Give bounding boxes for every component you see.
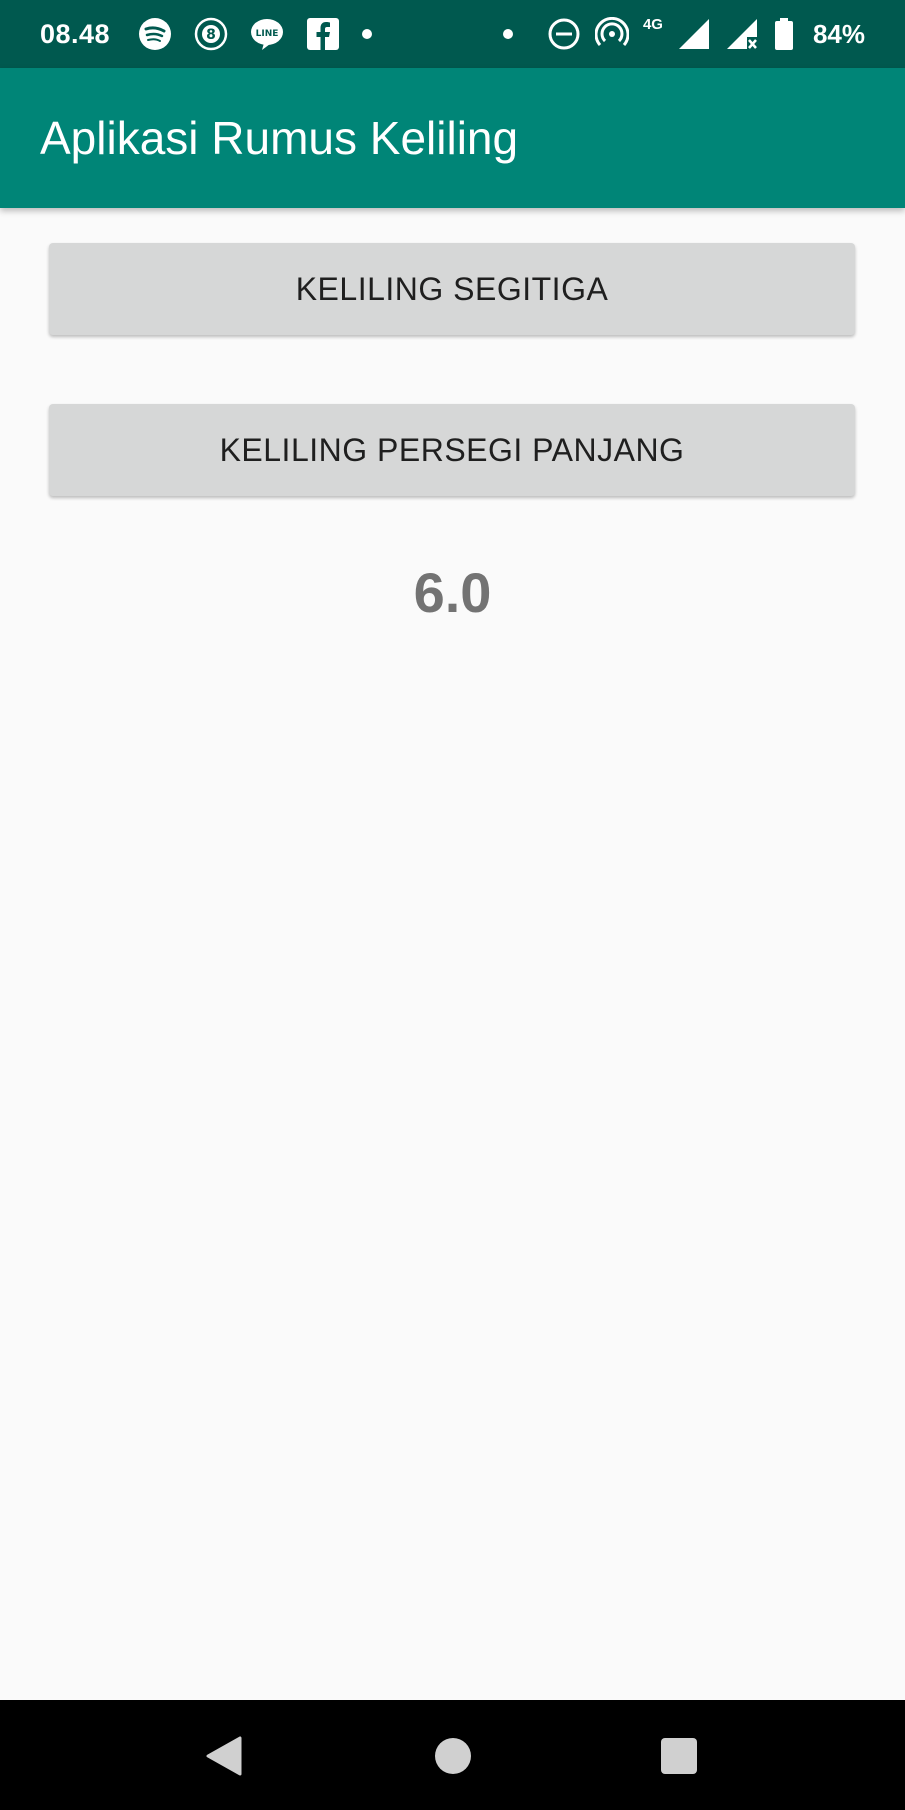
battery-icon <box>773 17 795 51</box>
navigation-bar <box>0 1700 905 1810</box>
signal-no-sim-icon <box>725 17 759 51</box>
keliling-segitiga-button[interactable]: KELILING SEGITIGA <box>49 243 855 335</box>
recent-apps-icon[interactable] <box>658 1735 700 1777</box>
back-icon[interactable] <box>204 1735 246 1777</box>
network-type-label: 4G <box>642 15 663 33</box>
do-not-disturb-icon <box>547 17 581 51</box>
status-bar: 08.48 8 LINE 4G 84% <box>0 0 905 68</box>
notification-icons: 8 LINE <box>138 17 373 51</box>
result-value: 6.0 <box>413 561 492 624</box>
battery-percentage: 84% <box>812 18 865 49</box>
svg-text:LINE: LINE <box>256 29 279 39</box>
status-time: 08.48 <box>40 18 111 49</box>
hotspot-icon <box>594 17 629 51</box>
app-bar: Aplikasi Rumus Keliling <box>0 68 905 208</box>
more-notifications-dot-icon <box>362 29 373 39</box>
eight-icon: 8 <box>194 17 228 51</box>
svg-text:8: 8 <box>206 27 216 43</box>
spotify-icon <box>138 17 172 51</box>
system-icons: 4G 84% <box>502 15 865 51</box>
dot-icon <box>502 29 513 39</box>
home-icon[interactable] <box>432 1735 474 1777</box>
line-icon: LINE <box>250 17 284 51</box>
keliling-persegi-panjang-button[interactable]: KELILING PERSEGI PANJANG <box>49 404 855 496</box>
facebook-icon <box>306 17 340 51</box>
app-title: Aplikasi Rumus Keliling <box>40 112 519 164</box>
signal-icon <box>677 17 711 51</box>
